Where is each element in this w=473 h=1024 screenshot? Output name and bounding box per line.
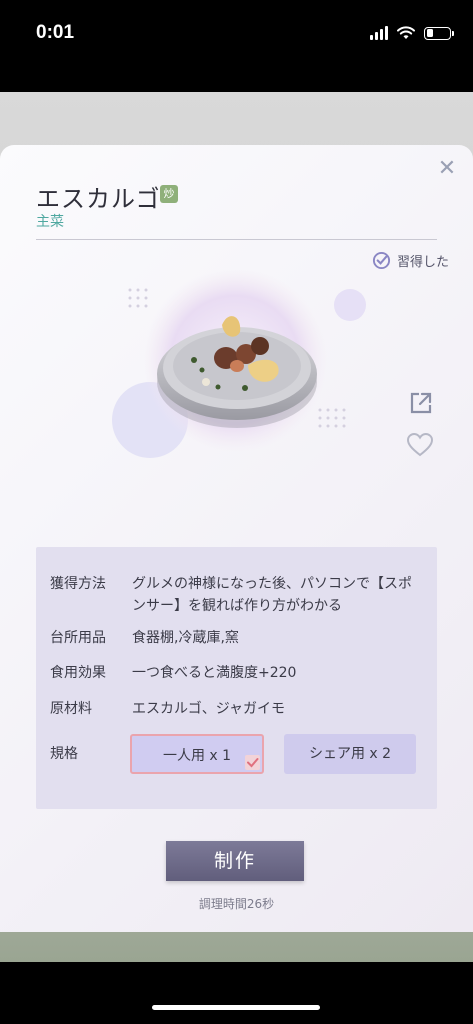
info-value: エスカルゴ、ジャガイモ	[132, 701, 286, 717]
info-row-effect: 食用効果 一つ食べると満腹度+220	[50, 662, 422, 684]
info-label: 台所用品	[50, 630, 106, 646]
info-value: グルメの神様になった後、パソコンで【スポンサー】を観れば作り方がわかる	[132, 576, 412, 614]
info-row-utensils: 台所用品 食器棚,冷蔵庫,窯	[50, 627, 422, 649]
deco-bubble	[334, 289, 366, 321]
share-icon[interactable]	[408, 390, 434, 416]
info-value: 一つ食べると満腹度+220	[132, 665, 297, 681]
info-label: 原材料	[50, 701, 92, 717]
status-bar: 0:01	[0, 0, 473, 70]
dish-image	[112, 270, 366, 458]
spec-single-label: 一人用 x 1	[162, 748, 232, 764]
status-icons	[370, 26, 454, 40]
status-time: 0:01	[36, 22, 75, 43]
info-value: 食器棚,冷蔵庫,窯	[132, 630, 239, 646]
check-circle-icon	[372, 251, 391, 270]
spec-share-button[interactable]: シェア用 x 2	[284, 734, 416, 774]
learned-label: 習得した	[396, 255, 449, 270]
learned-status: 習得した	[372, 251, 449, 270]
dish-title: エスカルゴ	[36, 185, 161, 213]
recipe-dialog: ✕ エスカルゴ 炒 主菜 習得した 獲得方法 グルメの神様になった後、パソコンで…	[0, 145, 473, 932]
info-row-acquisition: 獲得方法 グルメの神様になった後、パソコンで【スポンサー】を観れば作り方がわかる	[50, 573, 422, 617]
spec-single-button[interactable]: 一人用 x 1	[130, 734, 264, 774]
cook-time: 調理時間26秒	[198, 897, 275, 911]
dish-category: 主菜	[36, 214, 64, 230]
checkmark-icon	[245, 755, 260, 770]
recipe-info-panel: 獲得方法 グルメの神様になった後、パソコンで【スポンサー】を観れば作り方がわかる…	[36, 547, 437, 809]
signal-icon	[370, 26, 388, 40]
spec-share-label: シェア用 x 2	[308, 746, 392, 762]
info-label: 食用効果	[50, 665, 106, 681]
divider	[36, 239, 437, 240]
info-label: 獲得方法	[50, 576, 106, 592]
craft-button[interactable]: 制作	[166, 841, 304, 881]
info-row-ingredients: 原材料 エスカルゴ、ジャガイモ	[50, 698, 422, 720]
cook-method-tag: 炒	[160, 185, 178, 203]
heart-icon[interactable]	[406, 432, 434, 458]
spec-label: 規格	[50, 746, 78, 762]
wifi-icon	[397, 26, 415, 39]
home-indicator[interactable]	[152, 1005, 320, 1010]
battery-icon	[424, 26, 454, 40]
close-icon[interactable]: ✕	[435, 157, 459, 181]
